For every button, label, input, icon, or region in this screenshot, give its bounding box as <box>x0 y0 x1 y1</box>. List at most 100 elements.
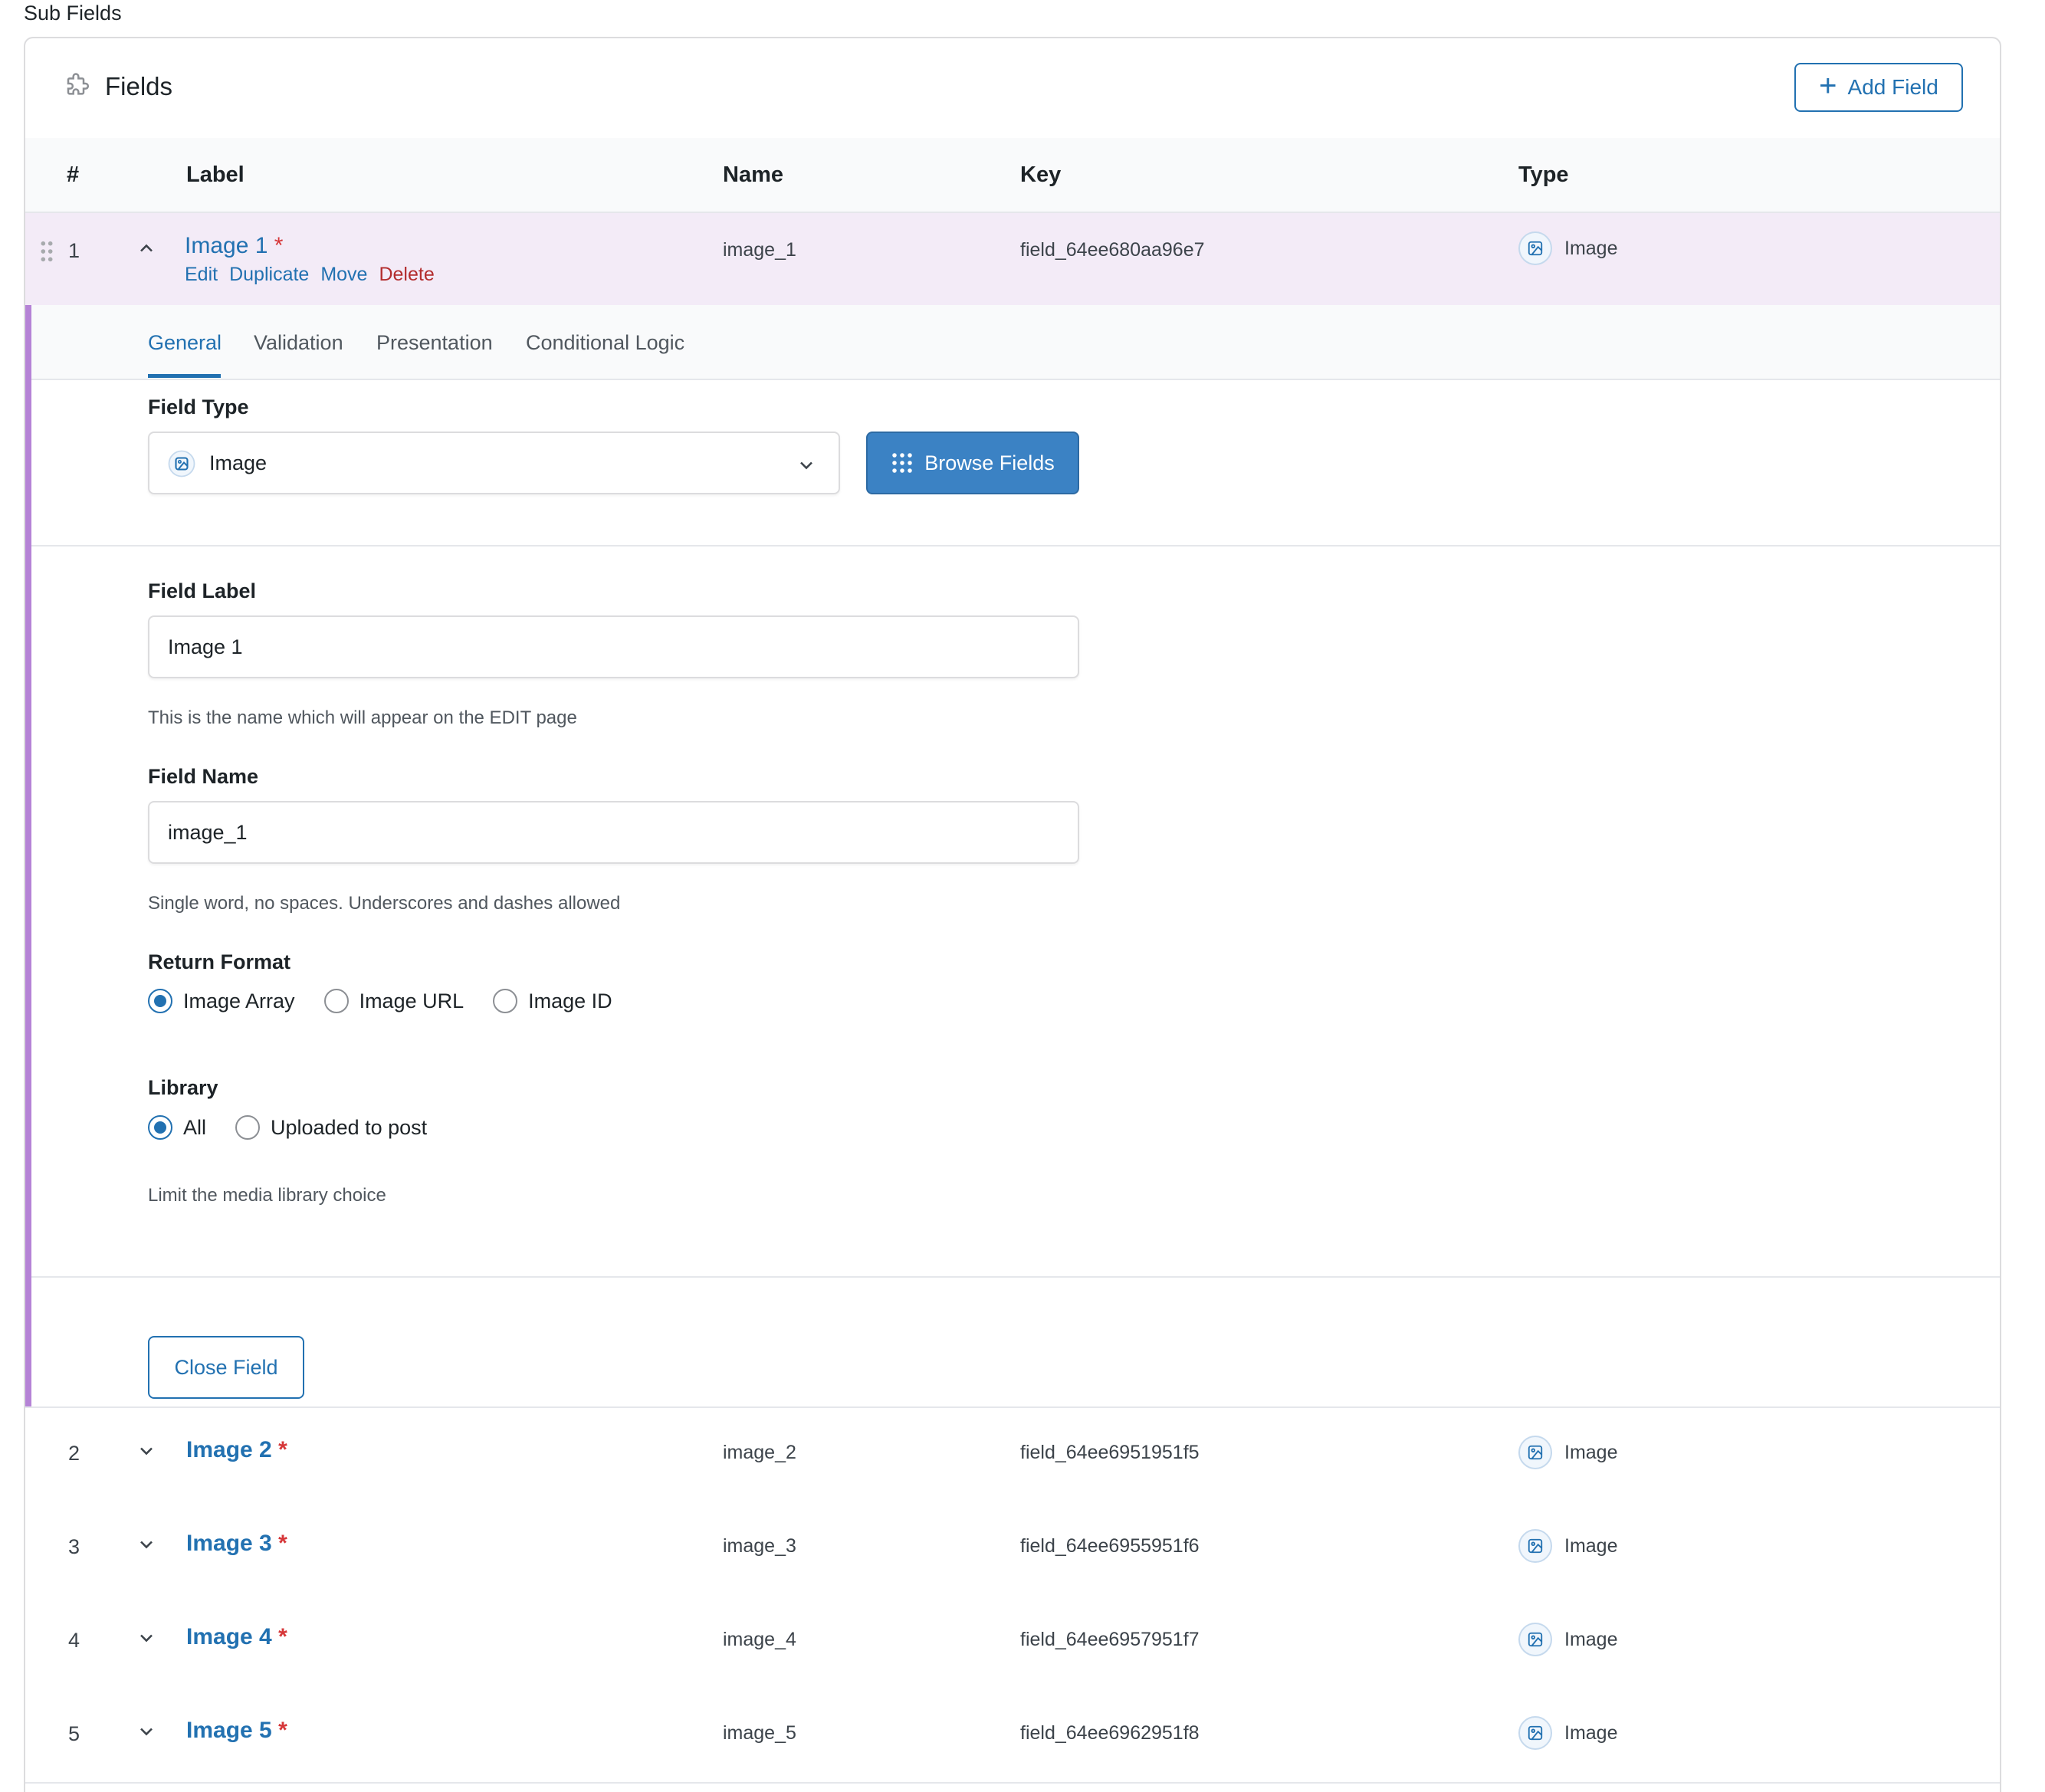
table-row[interactable]: 4 Image 4 * image_4 field_64ee6957951f7 … <box>25 1595 2000 1690</box>
edit-link[interactable]: Edit <box>185 264 218 286</box>
tab-presentation[interactable]: Presentation <box>376 331 493 355</box>
radio-unchecked[interactable] <box>323 989 349 1013</box>
return-format-image-id[interactable]: Image ID <box>493 989 612 1013</box>
image-icon <box>168 450 195 478</box>
divider <box>31 545 2000 546</box>
field-type-text: Image <box>1564 1534 1618 1557</box>
page: Sub Fields Fields + Add Field # Label Na… <box>0 0 2045 1792</box>
table-row[interactable]: 2 Image 2 * image_2 field_64ee6951951f5 … <box>25 1406 2000 1503</box>
field-name-cell: image_4 <box>723 1629 796 1650</box>
row-number: 2 <box>68 1442 80 1465</box>
radio-checked[interactable] <box>148 989 172 1013</box>
field-name-cell: image_2 <box>723 1442 796 1463</box>
image-icon <box>1518 1623 1552 1656</box>
radio-label: Image Array <box>183 989 295 1013</box>
row-number: 1 <box>68 239 80 262</box>
drag-handle-icon[interactable] <box>39 240 54 263</box>
required-marker: * <box>278 1531 287 1556</box>
tab-validation[interactable]: Validation <box>254 331 343 355</box>
panel-title: Fields <box>105 72 173 100</box>
image-icon <box>1518 1436 1552 1469</box>
duplicate-link[interactable]: Duplicate <box>229 264 309 286</box>
column-key: Key <box>1020 162 1062 187</box>
field-label-text: Image 3 <box>186 1531 272 1556</box>
field-type-label: Field Type <box>148 395 249 418</box>
table-row[interactable]: 3 Image 3 * image_3 field_64ee6955951f6 … <box>25 1502 2000 1597</box>
field-type-cell: Image <box>1518 1716 1617 1750</box>
radio-checked[interactable] <box>148 1115 172 1140</box>
field-name-cell: image_1 <box>723 239 796 261</box>
field-key-cell: field_64ee6955951f6 <box>1020 1535 1200 1557</box>
field-label-link[interactable]: Image 3 * <box>186 1531 287 1557</box>
field-name-input[interactable]: image_1 <box>148 801 1079 864</box>
field-type-cell: Image <box>1518 1436 1617 1469</box>
field-key-cell: field_64ee6951951f5 <box>1020 1442 1200 1463</box>
chevron-down-icon[interactable] <box>136 1440 157 1462</box>
add-field-label: Add Field <box>1847 75 1938 99</box>
plus-icon: + <box>1819 69 1837 103</box>
settings-tabs: General Validation Presentation Conditio… <box>31 305 2000 380</box>
chevron-down-icon <box>800 461 812 470</box>
add-field-button[interactable]: + Add Field <box>1794 63 1963 112</box>
browse-fields-button[interactable]: Browse Fields <box>866 432 1079 494</box>
chevron-down-icon[interactable] <box>136 1534 157 1555</box>
radio-unchecked[interactable] <box>235 1115 261 1140</box>
field-label-input[interactable]: Image 1 <box>148 615 1079 678</box>
row-actions: Edit Duplicate Move Delete <box>185 264 435 286</box>
active-tab-indicator <box>148 374 221 378</box>
field-type-text: Image <box>1564 1628 1618 1650</box>
required-marker: * <box>274 233 284 258</box>
library-heading: Library <box>148 1076 218 1099</box>
field-key-cell: field_64ee680aa96e7 <box>1020 239 1205 261</box>
move-link[interactable]: Move <box>320 264 367 286</box>
field-label-link[interactable]: Image 2 * <box>186 1437 287 1463</box>
chevron-down-icon[interactable] <box>136 1627 157 1649</box>
required-marker: * <box>278 1624 287 1649</box>
table-row-expanded[interactable]: 1 Image 1 * Edit Duplicate Move Delete i… <box>25 213 2000 305</box>
row-number: 3 <box>68 1535 80 1558</box>
library-help: Limit the media library choice <box>148 1185 386 1206</box>
field-key-cell: field_64ee6957951f7 <box>1020 1629 1200 1650</box>
chevron-down-icon[interactable] <box>136 1721 157 1742</box>
library-uploaded-to-post[interactable]: Uploaded to post <box>235 1115 427 1140</box>
return-format-image-array[interactable]: Image Array <box>148 989 295 1013</box>
field-type-cell: Image <box>1518 1623 1617 1656</box>
radio-label: Uploaded to post <box>271 1115 428 1139</box>
field-key-cell: field_64ee6962951f8 <box>1020 1722 1200 1744</box>
column-label: Label <box>186 162 245 187</box>
image-icon <box>1518 231 1552 265</box>
tab-general[interactable]: General <box>148 331 222 355</box>
field-label-heading: Field Label <box>148 579 257 602</box>
field-type-select[interactable]: Image <box>148 432 840 494</box>
field-label-link[interactable]: Image 4 * <box>186 1624 287 1650</box>
required-marker: * <box>278 1437 287 1462</box>
field-label-text: Image 2 <box>186 1437 272 1462</box>
field-name-heading: Field Name <box>148 765 259 788</box>
column-type: Type <box>1518 162 1569 187</box>
row-number: 5 <box>68 1722 80 1745</box>
return-format-image-url[interactable]: Image URL <box>323 989 464 1013</box>
close-field-button[interactable]: Close Field <box>148 1336 304 1399</box>
radio-label: Image ID <box>528 989 612 1013</box>
field-label-link[interactable]: Image 5 * <box>186 1718 287 1744</box>
table-row[interactable]: 5 Image 5 * image_5 field_64ee6962951f8 … <box>25 1689 2000 1784</box>
row-number: 4 <box>68 1629 80 1652</box>
chevron-up-icon[interactable] <box>136 238 157 259</box>
panel-header: Fields + Add Field <box>25 38 2000 139</box>
field-label-text: Image 5 <box>186 1718 272 1743</box>
radio-label: All <box>183 1115 207 1139</box>
delete-link[interactable]: Delete <box>379 264 434 286</box>
radio-label: Image URL <box>359 989 464 1013</box>
image-icon <box>1518 1716 1552 1750</box>
image-icon <box>1518 1529 1552 1563</box>
tab-conditional-logic[interactable]: Conditional Logic <box>526 331 684 355</box>
radio-unchecked[interactable] <box>493 989 518 1013</box>
section-title: Sub Fields <box>24 2 122 25</box>
library-all[interactable]: All <box>148 1115 206 1140</box>
field-label-link[interactable]: Image 1 * <box>185 233 283 259</box>
field-label-help: This is the name which will appear on th… <box>148 707 577 728</box>
library-options: All Uploaded to post <box>148 1115 427 1140</box>
return-format-options: Image Array Image URL Image ID <box>148 989 612 1013</box>
field-name-cell: image_3 <box>723 1535 796 1557</box>
required-marker: * <box>278 1718 287 1743</box>
